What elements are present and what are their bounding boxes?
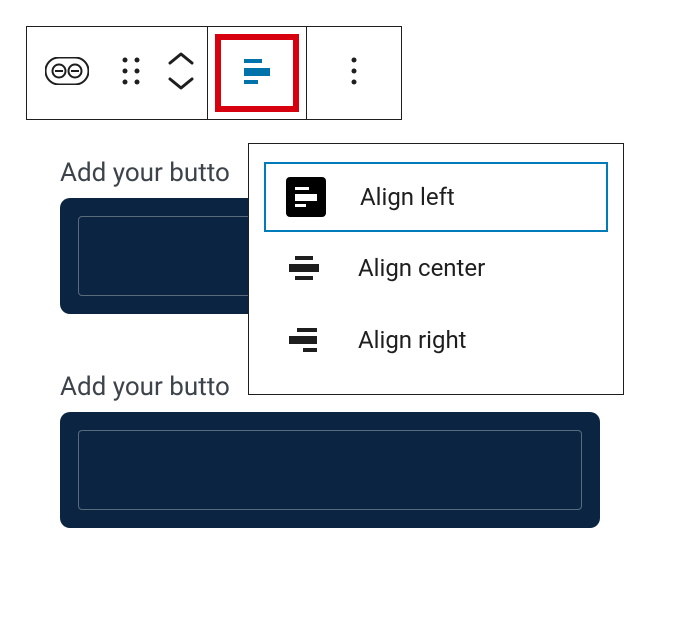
toolbar-group-3 [306, 26, 402, 120]
button-inner-2[interactable] [78, 430, 582, 510]
move-up-down[interactable] [155, 27, 207, 119]
toolbar-group-2 [207, 26, 306, 120]
align-center-icon [284, 248, 324, 288]
align-option-label: Align left [360, 183, 455, 211]
move-up-down-icon [166, 49, 196, 97]
align-right-icon [284, 320, 324, 360]
align-button[interactable] [208, 27, 306, 119]
button-block-2[interactable] [60, 412, 600, 528]
align-option-right[interactable]: Align right [264, 304, 608, 376]
block-toolbar [26, 26, 402, 120]
more-options-button[interactable] [307, 27, 401, 119]
align-option-left[interactable]: Align left [264, 162, 608, 232]
align-option-center[interactable]: Align center [264, 232, 608, 304]
button-block-icon [45, 57, 89, 89]
drag-icon [121, 56, 141, 90]
align-option-label: Align right [358, 326, 467, 354]
more-icon [350, 56, 358, 90]
align-left-icon [286, 177, 326, 217]
align-option-label: Align center [358, 254, 485, 282]
toolbar-group-1 [26, 26, 207, 120]
drag-handle[interactable] [107, 27, 155, 119]
align-dropdown: Align left Align center Align right [248, 143, 624, 395]
active-highlight [215, 34, 299, 112]
block-type-button[interactable] [27, 27, 107, 119]
